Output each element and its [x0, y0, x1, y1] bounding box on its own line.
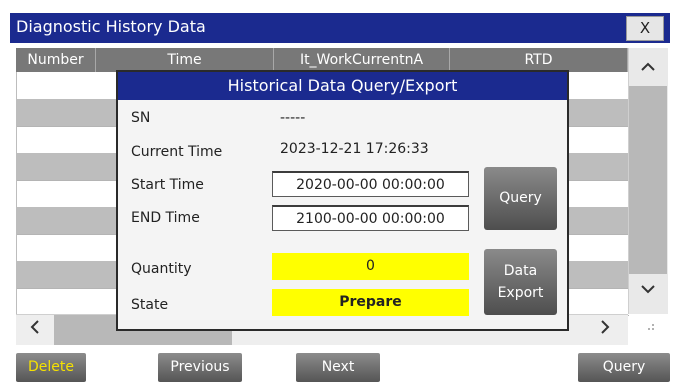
scroll-left-icon[interactable]: [20, 316, 50, 344]
quantity-value: 0: [272, 253, 469, 280]
state-value: Prepare: [272, 289, 469, 316]
dialog-title: Historical Data Query/Export: [118, 72, 567, 100]
query-toolbar-button[interactable]: Query: [578, 353, 670, 382]
column-header-time[interactable]: Time: [96, 48, 274, 72]
sn-label: SN: [131, 110, 151, 126]
current-time-value: 2023-12-21 17:26:33: [280, 141, 429, 157]
scroll-up-icon[interactable]: [628, 52, 668, 82]
scroll-right-icon[interactable]: [590, 316, 620, 344]
start-time-label: Start Time: [131, 177, 204, 193]
data-export-label-line2: Export: [497, 285, 544, 301]
column-header-work-current[interactable]: It_WorkCurrentnA: [274, 48, 450, 72]
resize-grip-icon: [636, 320, 662, 342]
column-header-number[interactable]: Number: [16, 48, 96, 72]
delete-button[interactable]: Delete: [16, 353, 86, 382]
close-button[interactable]: X: [626, 16, 664, 41]
start-time-field[interactable]: 2020-00-00 00:00:00: [272, 171, 469, 197]
scroll-down-icon[interactable]: [628, 274, 668, 304]
previous-button[interactable]: Previous: [158, 353, 242, 382]
sn-value: -----: [280, 110, 306, 126]
end-time-label: END Time: [131, 210, 200, 226]
state-label: State: [131, 297, 169, 313]
column-header-rtd[interactable]: RTD: [450, 48, 628, 72]
window-title: Diagnostic History Data: [16, 17, 206, 36]
vertical-scroll-thumb[interactable]: [629, 86, 667, 274]
data-export-button[interactable]: Data Export: [484, 249, 557, 315]
next-button[interactable]: Next: [296, 353, 380, 382]
query-button[interactable]: Query: [484, 167, 557, 230]
quantity-label: Quantity: [131, 261, 192, 277]
current-time-label: Current Time: [131, 144, 223, 160]
data-export-label-line1: Data: [503, 263, 538, 279]
end-time-field[interactable]: 2100-00-00 00:00:00: [272, 205, 469, 231]
